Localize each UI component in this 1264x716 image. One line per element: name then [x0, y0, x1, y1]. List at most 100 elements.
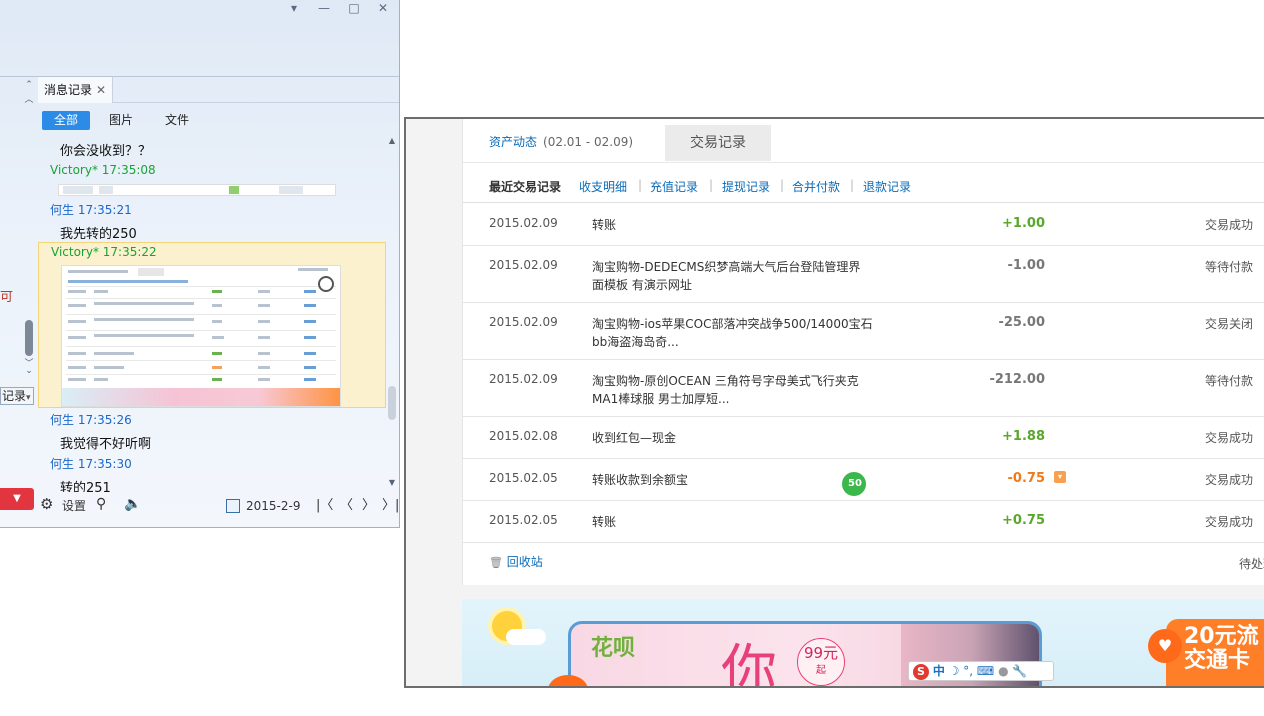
- row-status: 等待付款: [1205, 260, 1254, 274]
- image-thumbnail[interactable]: [61, 265, 341, 407]
- price-badge-suffix: 起: [816, 665, 826, 676]
- row-status: 交易成功: [1205, 218, 1254, 232]
- row-amount: -212.00: [989, 372, 1045, 387]
- maximize-icon[interactable]: □: [342, 0, 366, 16]
- sidebar-scrollbar[interactable]: ⌃ ︿ ﹀ ⌄: [22, 80, 36, 376]
- message-record-tabbar: 消息记录 ✕: [38, 77, 399, 103]
- transit-card-line1: 20元流: [1184, 624, 1259, 649]
- image-thumbnail[interactable]: [58, 184, 336, 196]
- ime-chinese-mode[interactable]: 中: [933, 664, 945, 678]
- table-row[interactable]: 2015.02.08 收到红包—现金 +1.88 交易成功: [463, 417, 1264, 459]
- last-page-icon[interactable]: 〉|: [382, 497, 399, 515]
- close-tab-icon[interactable]: ✕: [96, 83, 106, 97]
- separator: |: [638, 178, 643, 192]
- row-status: 等待付款: [1205, 374, 1254, 388]
- chat-message: 你会没收到？？: [60, 144, 152, 159]
- sogou-ime-icon[interactable]: S: [913, 664, 929, 680]
- filter-all[interactable]: 全部: [42, 111, 90, 130]
- ime-toolbar[interactable]: S 中 ☽ °, ⌨ ● 🔧: [908, 661, 1054, 681]
- tab-asset-label: 资产动态: [489, 135, 538, 149]
- scroll-down-icon[interactable]: ▼: [386, 478, 398, 487]
- row-date: 2015.02.09: [489, 372, 558, 386]
- tab-asset-range: (02.01 - 02.09): [543, 135, 634, 149]
- date-label[interactable]: 2015-2-9: [246, 497, 300, 515]
- scroll-up-icon[interactable]: ▲: [386, 136, 398, 145]
- row-status: 交易成功: [1205, 473, 1254, 487]
- link-refund[interactable]: 退款记录: [863, 178, 911, 195]
- punctuation-icon[interactable]: °,: [963, 664, 973, 678]
- chat-sender: Victory* 17:35:08: [50, 163, 156, 177]
- prev-page-icon[interactable]: 〈: [340, 497, 353, 515]
- promo-banner[interactable]: 花呗 你 99元 起 S 中 ☽ °, ⌨ ● 🔧 ♥ 20元流 交通卡: [462, 599, 1264, 688]
- speaker-icon[interactable]: 🔈: [124, 495, 141, 513]
- user-icon[interactable]: ●: [998, 664, 1008, 678]
- scrollbar-thumb[interactable]: [25, 320, 33, 356]
- calendar-icon[interactable]: [226, 499, 240, 513]
- next-page-icon[interactable]: 〉: [362, 497, 375, 515]
- link-withdraw[interactable]: 提现记录: [722, 178, 770, 195]
- row-name[interactable]: 收到红包—现金: [592, 429, 892, 447]
- table-row[interactable]: 2015.02.09 转账 +1.00 交易成功: [463, 204, 1264, 246]
- scroll-top-icon[interactable]: ⌃: [22, 80, 36, 90]
- keyboard-icon[interactable]: ⌨: [977, 664, 994, 678]
- scrollbar-thumb[interactable]: [388, 386, 396, 420]
- huabei-logo: 花呗: [591, 636, 636, 661]
- link-merge-pay[interactable]: 合并付款: [792, 178, 840, 195]
- pending-link[interactable]: 待处理: [1239, 555, 1264, 572]
- cloud-icon: [506, 629, 546, 645]
- row-amount: -25.00: [998, 315, 1045, 330]
- filter-files[interactable]: 文件: [154, 111, 200, 130]
- moon-icon[interactable]: ☽: [949, 664, 960, 678]
- menu-dropdown-icon[interactable]: ▾: [282, 0, 306, 16]
- send-options-button[interactable]: ▼: [0, 488, 34, 510]
- chat-sender: 何生 17:35:21: [50, 203, 132, 217]
- first-page-icon[interactable]: |〈: [316, 497, 333, 515]
- row-amount: +0.75: [1002, 513, 1045, 528]
- link-income-expense[interactable]: 收支明细: [579, 178, 627, 195]
- table-row[interactable]: 2015.02.09 淘宝购物-原创OCEAN 三角符号字母美式飞行夹克MA1棒…: [463, 360, 1264, 417]
- row-name[interactable]: 淘宝购物-原创OCEAN 三角符号字母美式飞行夹克MA1棒球服 男士加厚短...: [592, 372, 877, 408]
- chat-history: 你会没收到？？ Victory* 17:35:08 何生 17:35:21 我先…: [38, 134, 386, 492]
- settings-label[interactable]: 设置: [62, 497, 86, 515]
- wrench-icon[interactable]: 🔧: [1012, 664, 1027, 678]
- row-date: 2015.02.09: [489, 315, 558, 329]
- subnav-title: 最近交易记录: [489, 180, 562, 194]
- selected-message[interactable]: Victory* 17:35:22: [38, 242, 386, 408]
- top-tabs: 资产动态 (02.01 - 02.09) 交易记录: [463, 119, 1264, 163]
- chevron-down-icon: ▾: [26, 393, 31, 403]
- close-icon[interactable]: ✕: [371, 0, 395, 16]
- filter-images[interactable]: 图片: [98, 111, 144, 130]
- separator: |: [709, 178, 714, 192]
- price-badge: 99元 起: [797, 638, 845, 686]
- chat-message: 我觉得不好听啊: [60, 437, 152, 452]
- link-recharge[interactable]: 充值记录: [650, 178, 698, 195]
- transit-card-text: 20元流 交通卡: [1184, 625, 1259, 673]
- tab-trade-records[interactable]: 交易记录: [665, 125, 771, 161]
- row-name[interactable]: 转账: [592, 513, 892, 531]
- tab-message-record[interactable]: 消息记录 ✕: [38, 77, 114, 103]
- table-row[interactable]: 2015.02.09 淘宝购物-ios苹果COC部落冲突战争500/14000宝…: [463, 303, 1264, 360]
- tab-asset-activity[interactable]: 资产动态 (02.01 - 02.09): [489, 133, 633, 150]
- green-badge[interactable]: 50: [840, 470, 868, 498]
- promo-headline: 你: [721, 639, 777, 688]
- row-name[interactable]: 淘宝购物-ios苹果COC部落冲突战争500/14000宝石bb海盗海岛奇...: [592, 315, 882, 351]
- row-name[interactable]: 淘宝购物-DEDECMS织梦高端大气后台登陆管理界面模板 有演示网址: [592, 258, 872, 294]
- table-row[interactable]: 2015.02.05 转账 +0.75 交易成功: [463, 501, 1264, 543]
- minimize-icon[interactable]: —: [312, 0, 336, 16]
- left-cut-text: 可: [0, 290, 14, 305]
- search-icon[interactable]: ⚲: [96, 495, 106, 513]
- row-name[interactable]: 转账: [592, 216, 892, 234]
- record-subnav: 最近交易记录 收支明细 | 充值记录 | 提现记录 | 合并付款 | 退款记录: [463, 163, 1264, 203]
- row-date: 2015.02.05: [489, 471, 558, 485]
- yuebao-badge-icon[interactable]: ▾: [1054, 471, 1066, 483]
- scroll-bottom-icon[interactable]: ⌄: [22, 366, 36, 376]
- chat-scrollbar[interactable]: ▲ ▼: [386, 134, 398, 492]
- transit-card-line2: 交通卡: [1184, 648, 1251, 673]
- zoom-in-icon[interactable]: [318, 276, 334, 292]
- table-row[interactable]: 2015.02.09 淘宝购物-DEDECMS织梦高端大气后台登陆管理界面模板 …: [463, 246, 1264, 303]
- recycle-bin-link[interactable]: 🗑 回收站: [489, 553, 543, 570]
- record-dropdown[interactable]: 记录▾: [0, 387, 34, 405]
- transaction-sheet: 资产动态 (02.01 - 02.09) 交易记录 最近交易记录 收支明细 | 充…: [462, 119, 1264, 585]
- scroll-up-icon[interactable]: ︿: [22, 92, 36, 105]
- gear-icon[interactable]: ⚙: [40, 495, 53, 513]
